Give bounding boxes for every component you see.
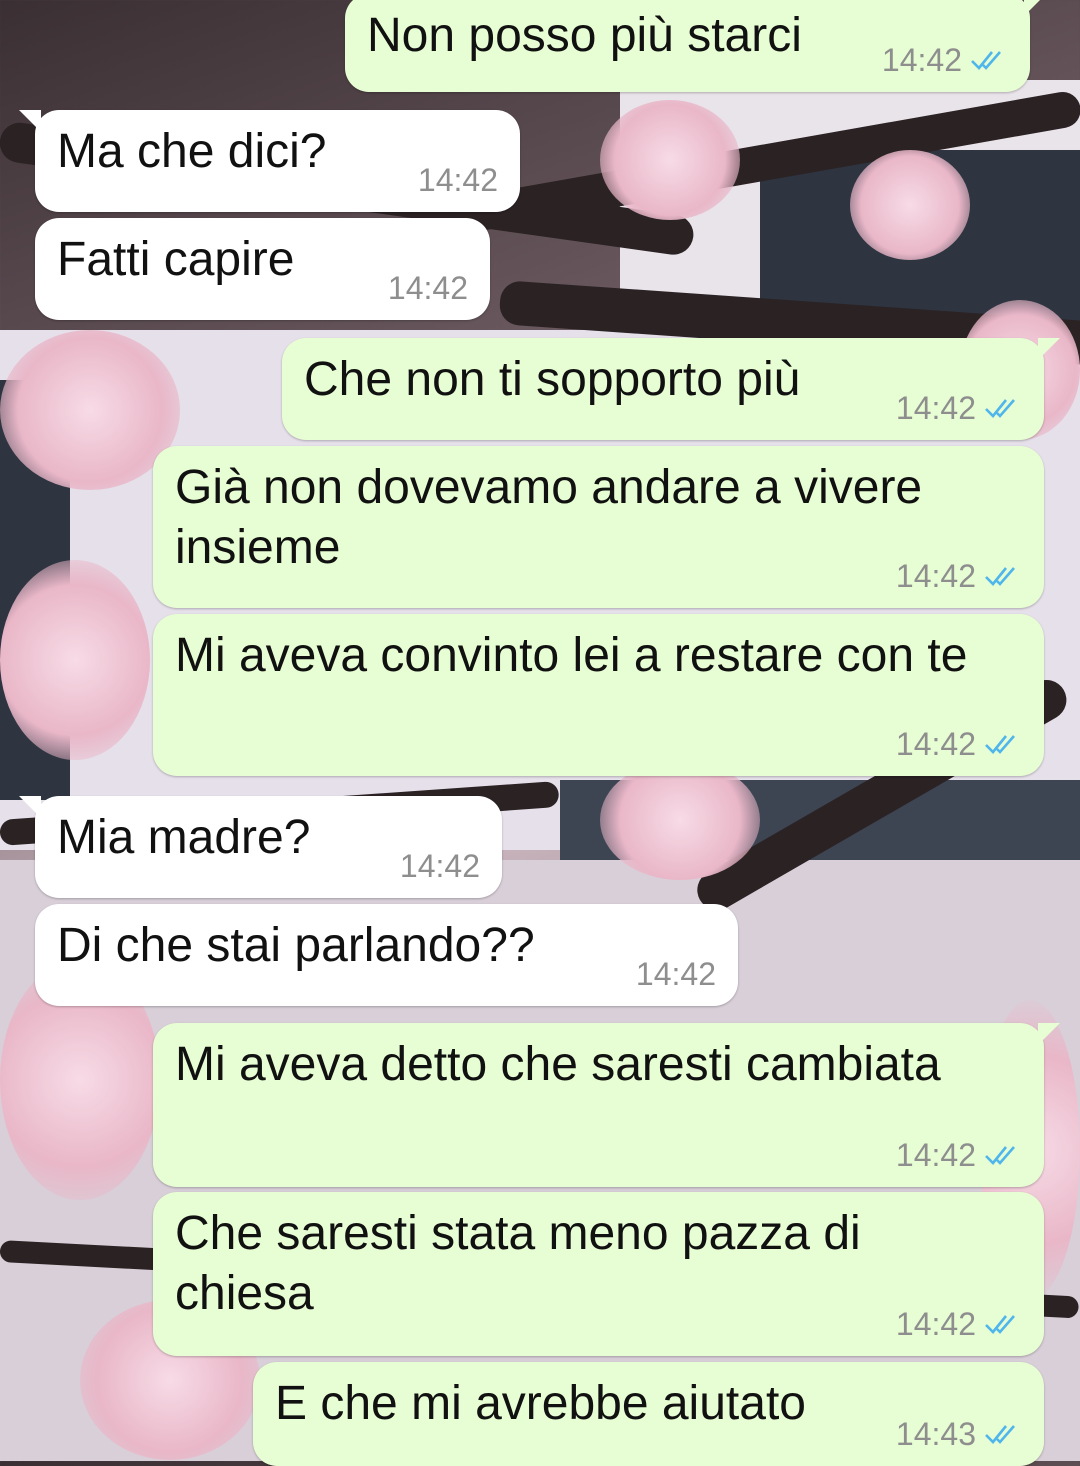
message-text: Mi aveva detto che saresti cambiata — [175, 1038, 941, 1091]
outgoing-message[interactable]: Che non ti sopporto più 14:42 — [282, 338, 1060, 440]
message-text: Mi aveva convinto lei a restare con te — [175, 629, 968, 682]
message-meta: 14:42 — [882, 40, 1010, 80]
message-meta: 14:42 — [636, 954, 716, 994]
incoming-message[interactable]: Mia madre? 14:42 — [19, 796, 502, 898]
message-time: 14:43 — [895, 1416, 976, 1452]
bubble-tail — [1038, 1023, 1060, 1045]
double-check-icon — [985, 399, 1015, 418]
bubble-tail — [19, 796, 41, 818]
message-time: 14:42 — [399, 848, 480, 884]
message-time: 14:42 — [881, 42, 962, 78]
bubble-tail — [1038, 338, 1060, 360]
outgoing-message[interactable]: Mi aveva convinto lei a restare con te 1… — [153, 614, 1044, 776]
bubble-tail — [1024, 0, 1046, 16]
message-meta: 14:42 — [896, 556, 1024, 596]
message-time: 14:42 — [895, 1137, 976, 1173]
double-check-icon — [985, 1146, 1015, 1165]
message-text: Già non dovevamo andare a vivere insieme — [175, 461, 936, 574]
message-meta: 14:42 — [896, 1304, 1024, 1344]
double-check-icon — [985, 567, 1015, 586]
message-time: 14:42 — [387, 270, 468, 306]
message-meta: 14:43 — [896, 1414, 1024, 1454]
message-meta: 14:42 — [418, 160, 498, 200]
outgoing-message[interactable]: Mi aveva detto che saresti cambiata 14:4… — [153, 1023, 1060, 1187]
message-meta: 14:42 — [896, 1135, 1024, 1175]
bubble-tail — [19, 110, 41, 132]
message-time: 14:42 — [895, 1306, 976, 1342]
double-check-icon — [985, 735, 1015, 754]
message-meta: 14:42 — [896, 724, 1024, 764]
incoming-message[interactable]: Fatti capire 14:42 — [35, 218, 490, 320]
message-time: 14:42 — [895, 726, 976, 762]
double-check-icon — [985, 1315, 1015, 1334]
message-time: 14:42 — [895, 390, 976, 426]
message-meta: 14:42 — [400, 846, 480, 886]
outgoing-message[interactable]: E che mi avrebbe aiutato 14:43 — [253, 1362, 1044, 1466]
message-meta: 14:42 — [388, 268, 468, 308]
message-time: 14:42 — [895, 558, 976, 594]
message-time: 14:42 — [635, 956, 716, 992]
message-text: Che saresti stata meno pazza di chiesa — [175, 1207, 875, 1320]
double-check-icon — [971, 51, 1001, 70]
outgoing-message[interactable]: Non posso più starci 14:42 — [345, 0, 1046, 92]
outgoing-message[interactable]: Già non dovevamo andare a vivere insieme… — [153, 446, 1044, 608]
message-meta: 14:42 — [896, 388, 1024, 428]
outgoing-message[interactable]: Che saresti stata meno pazza di chiesa 1… — [153, 1192, 1044, 1356]
message-time: 14:42 — [417, 162, 498, 198]
message-text: Di che stai parlando?? — [57, 919, 535, 972]
double-check-icon — [985, 1425, 1015, 1444]
incoming-message[interactable]: Ma che dici? 14:42 — [19, 110, 520, 212]
incoming-message[interactable]: Di che stai parlando?? 14:42 — [35, 904, 738, 1006]
